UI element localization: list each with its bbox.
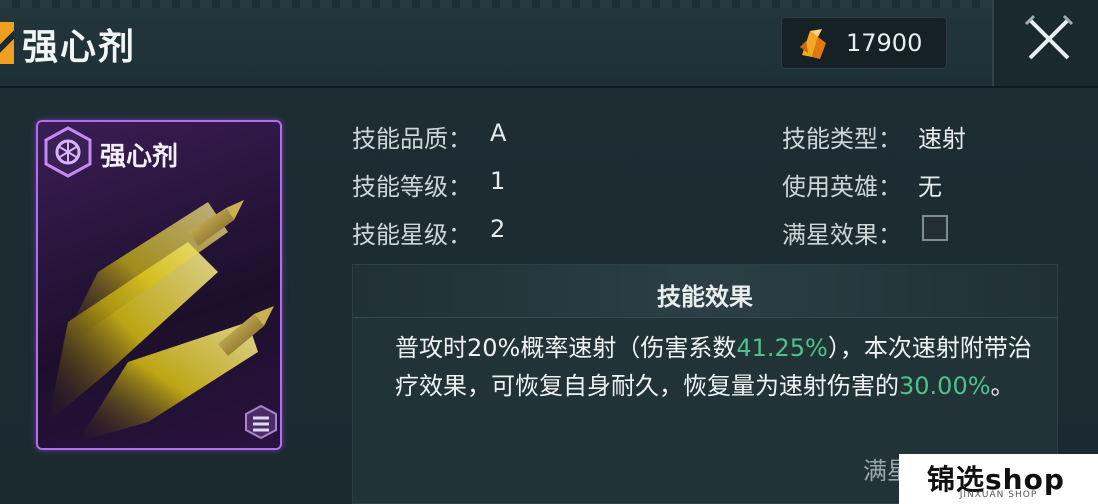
effect-description: 普攻时20%概率速射（伤害系数41.25%），本次速射附带治疗效果，可恢复自身耐… [395,329,1035,405]
quality-value: A [490,119,507,147]
close-button[interactable] [992,0,1098,86]
skill-card: 强心剂 [36,120,282,450]
level-value: 1 [490,167,506,195]
type-label: 技能类型： [782,125,902,153]
currency-display: 17900 [781,17,947,69]
star-value: 2 [490,215,506,243]
maxstar-label: 满星效果： [782,221,902,249]
skill-type-hex-icon [44,126,92,178]
maxstar-checkbox[interactable] [922,215,948,241]
top-bar: 强心剂 17900 [0,0,1098,88]
effect-text-part3: 。 [990,372,1015,400]
orange-crystal-icon [800,29,826,59]
star-label: 技能星级： [352,221,472,249]
effect-title: 技能效果 [657,283,753,311]
top-decoration-strip [0,0,1098,8]
page-title: 强心剂 [22,27,137,68]
type-value: 速射 [918,125,966,153]
currency-amount: 17900 [846,29,923,57]
level-label: 技能等级： [352,173,472,201]
effect-header: 技能效果 [353,265,1057,318]
watermark-logo: 锦选shop JINXUAN SHOP [899,454,1098,504]
crossed-swords-close-icon [1024,14,1074,60]
card-skill-name: 强心剂 [100,142,179,172]
effect-heal-percent: 30.00% [899,372,991,400]
quality-label: 技能品质： [352,125,472,153]
watermark-subtext: JINXUAN SHOP [959,490,1038,500]
rank-badge-icon [245,404,277,440]
hero-label: 使用英雄： [782,173,902,201]
effect-text-part1: 普攻时20%概率速射（伤害系数 [395,334,737,362]
hero-value: 无 [918,173,942,201]
title-accent-marker [0,22,14,64]
effect-damage-coefficient: 41.25% [736,334,828,362]
